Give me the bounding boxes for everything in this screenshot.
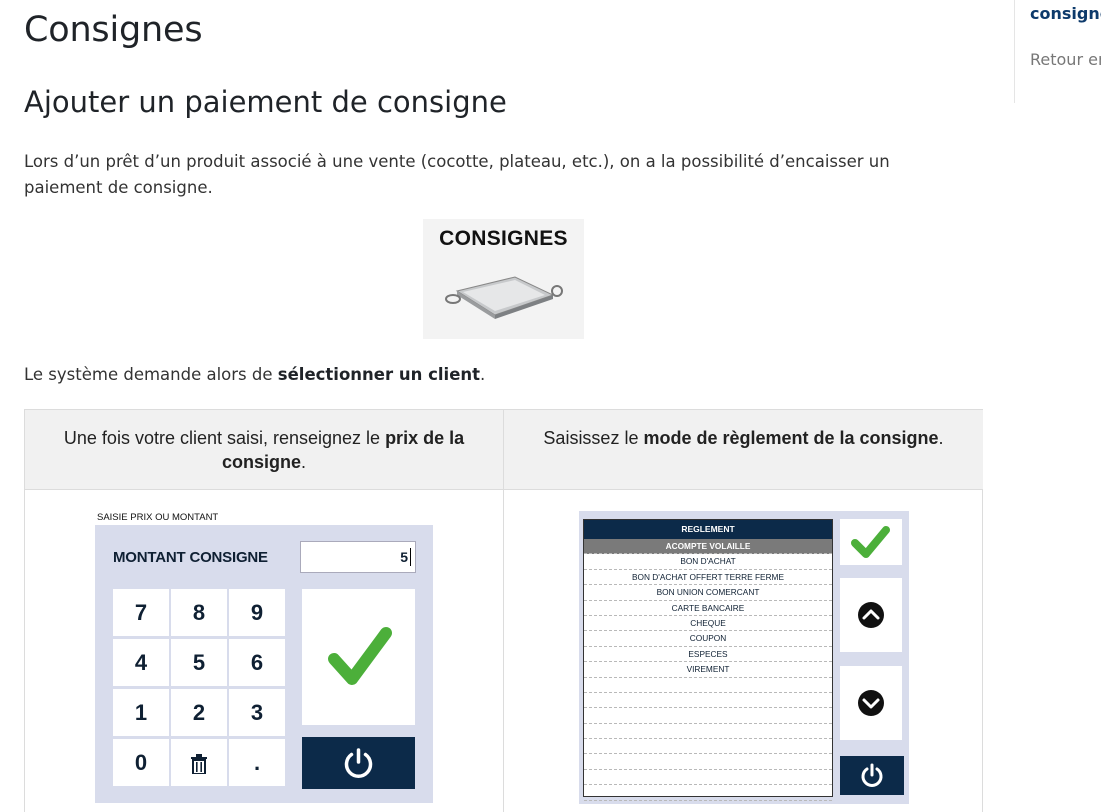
list-item-empty (584, 754, 832, 770)
list-item[interactable]: ACOMPTE VOLAILLE (584, 539, 832, 555)
list-item-empty (584, 708, 832, 724)
header-mode-bold: mode de règlement de la consigne (643, 428, 939, 448)
consignes-image: CONSIGNES (423, 219, 584, 339)
reglement-list[interactable]: REGLEMENT ACOMPTE VOLAILLE BON D'ACHAT B… (583, 519, 833, 801)
list-item-empty (584, 724, 832, 740)
list-item[interactable]: BON D'ACHAT OFFERT TERRE FERME (584, 570, 832, 586)
header-price-prefix: Une fois votre client saisi, renseignez … (63, 428, 386, 448)
header-price-suffix: . (301, 452, 307, 472)
page-title: Consignes (24, 10, 203, 50)
trash-icon (191, 754, 207, 776)
system-instruction-bold: sélectionner un client (277, 365, 481, 384)
list-item[interactable]: BON D'ACHAT (584, 554, 832, 570)
validate-button[interactable] (302, 589, 415, 725)
intro-paragraph: Lors d’un prêt d’un produit associé à un… (24, 152, 890, 197)
header-mode-prefix: Saisissez le (543, 428, 644, 448)
tray-icon (445, 276, 563, 319)
key-7[interactable]: 7 (113, 589, 169, 636)
key-3[interactable]: 3 (229, 689, 285, 736)
table-header-payment-mode: Saisissez le mode de règlement de la con… (504, 410, 983, 490)
list-item[interactable]: VIREMENT (584, 662, 832, 678)
validate-button[interactable] (840, 519, 902, 565)
key-4[interactable]: 4 (113, 639, 169, 686)
toc-divider (1014, 0, 1015, 103)
list-item[interactable]: ESPECES (584, 647, 832, 663)
chevron-down-icon (858, 690, 884, 716)
section-title: Ajouter un paiement de consigne (24, 85, 507, 119)
system-instruction-suffix: . (480, 365, 486, 384)
scroll-up-button[interactable] (840, 578, 902, 652)
list-item-empty (584, 678, 832, 693)
list-item[interactable]: CARTE BANCAIRE (584, 601, 832, 616)
list-item-empty (584, 785, 832, 801)
key-5[interactable]: 5 (171, 639, 227, 686)
list-item[interactable]: COUPON (584, 631, 832, 647)
reglement-screenshot: REGLEMENT ACOMPTE VOLAILLE BON D'ACHAT B… (579, 511, 909, 804)
reglement-header: REGLEMENT (584, 520, 832, 539)
key-6[interactable]: 6 (229, 639, 285, 686)
list-item[interactable]: CHEQUE (584, 616, 832, 632)
montant-input[interactable]: 5 (300, 541, 416, 573)
power-button[interactable] (302, 737, 415, 789)
checkmark-icon (328, 627, 392, 685)
checkmark-icon (851, 526, 890, 558)
consignes-image-label: CONSIGNES (439, 227, 568, 250)
key-1[interactable]: 1 (113, 689, 169, 736)
keypad-window-title: SAISIE PRIX OU MONTANT (95, 503, 433, 525)
power-button[interactable] (840, 756, 904, 795)
power-icon (344, 748, 373, 778)
header-mode-suffix: . (938, 428, 944, 448)
system-instruction: Le système demande alors de sélectionner… (24, 365, 485, 384)
key-decimal[interactable]: . (229, 739, 285, 786)
montant-consigne-label: MONTANT CONSIGNE (113, 549, 268, 566)
scroll-down-button[interactable] (840, 666, 902, 740)
power-icon (861, 763, 883, 787)
system-instruction-prefix: Le système demande alors de (24, 365, 278, 384)
list-item-empty (584, 770, 832, 786)
list-item-empty (584, 739, 832, 755)
key-8[interactable]: 8 (171, 589, 227, 636)
list-item-empty (584, 693, 832, 709)
keypad-screenshot: SAISIE PRIX OU MONTANT MONTANT CONSIGNE … (95, 503, 433, 803)
key-0[interactable]: 0 (113, 739, 169, 786)
key-2[interactable]: 2 (171, 689, 227, 736)
table-header-price: Une fois votre client saisi, renseignez … (25, 410, 504, 490)
list-item[interactable]: BON UNION COMERCANT (584, 585, 832, 601)
key-delete[interactable] (171, 739, 227, 786)
toc-link-back-to-top[interactable]: Retour en haut (1030, 50, 1101, 69)
chevron-up-icon (858, 602, 884, 628)
toc-link-consignes[interactable]: consignes (1030, 4, 1101, 23)
key-9[interactable]: 9 (229, 589, 285, 636)
table-column-divider (503, 490, 504, 812)
